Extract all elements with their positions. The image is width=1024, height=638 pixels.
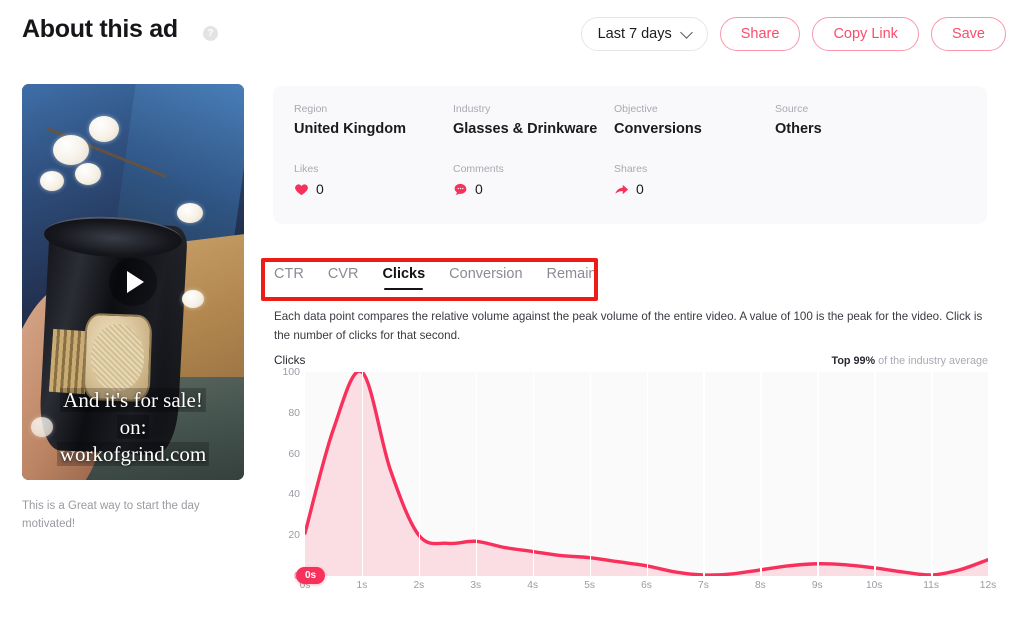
likes-label: Likes [294, 163, 319, 175]
x-axis-tick: 2s [413, 580, 425, 591]
video-caption-line-2: on: [116, 415, 150, 440]
y-axis-tick: 60 [288, 447, 300, 460]
heart-icon [294, 182, 309, 197]
info-objective: Objective Conversions [614, 103, 702, 137]
play-button[interactable] [109, 258, 157, 306]
gridline [418, 372, 421, 576]
comments-value: 0 [475, 181, 483, 197]
page-header: About this ad ? Last 7 days Share Copy L… [0, 0, 1024, 68]
video-column: And it's for sale! on: workofgrind.com T… [22, 84, 244, 534]
date-range-label: Last 7 days [597, 26, 672, 42]
objective-value: Conversions [614, 121, 702, 137]
industry-benchmark: Top 99% of the industry average [832, 355, 988, 367]
video-caption-line-1: And it's for sale! [60, 388, 206, 413]
tab-ctr[interactable]: CTR [274, 266, 304, 290]
tab-remain[interactable]: Remain [547, 266, 597, 290]
x-axis-tick: 11s [923, 580, 939, 591]
gridline [760, 372, 762, 576]
save-button[interactable]: Save [930, 17, 1006, 51]
x-axis-tick: 7s [698, 580, 709, 591]
info-comments: Comments 0 [453, 163, 504, 197]
gridline [361, 372, 364, 576]
benchmark-value: 99% [853, 355, 876, 367]
y-axis: 020406080100 [274, 366, 300, 582]
y-axis-tick: 80 [288, 406, 300, 419]
help-icon[interactable]: ? [203, 26, 218, 41]
comment-bubble-icon [453, 182, 468, 197]
share-arrow-icon [614, 182, 629, 197]
date-range-dropdown[interactable]: Last 7 days [580, 17, 708, 51]
objective-label: Objective [614, 103, 658, 115]
video-caption-overlay: And it's for sale! on: workofgrind.com [22, 387, 244, 468]
gridline [874, 372, 876, 576]
industry-label: Industry [453, 103, 491, 115]
likes-stat: 0 [294, 181, 324, 197]
benchmark-suffix: of the industry average [878, 355, 988, 367]
gridline [646, 372, 648, 576]
metric-tabs: CTR CVR Clicks Conversion Remain [274, 266, 596, 290]
region-label: Region [294, 103, 328, 115]
gridline [703, 372, 705, 576]
ad-info-panel: Region United Kingdom Industry Glasses &… [273, 86, 987, 224]
chart-description: Each data point compares the relative vo… [274, 310, 983, 342]
source-value: Others [775, 121, 822, 137]
video-caption-line-3: workofgrind.com [56, 442, 210, 467]
info-region: Region United Kingdom [294, 103, 406, 137]
clicks-chart: 020406080100 0s1s2s3s4s5s6s7s8s9s10s11s1… [274, 366, 997, 604]
chevron-down-icon [679, 25, 693, 39]
x-axis-tick: 3s [470, 580, 482, 591]
gridline [475, 372, 478, 576]
share-button[interactable]: Share [719, 17, 801, 51]
x-axis-tick: 4s [527, 580, 539, 591]
x-axis: 0s 1s 2s 3s 4s 5s 6s 7s 8s 9s 10s 11s 12s [300, 580, 997, 598]
shares-stat: 0 [614, 181, 647, 197]
x-axis-tick: 12s [979, 580, 997, 591]
x-axis-tick: 9s [811, 580, 823, 591]
zero-second-marker: 0s [296, 567, 326, 584]
page-title: About this ad [22, 15, 178, 43]
industry-value: Glasses & Drinkware [453, 121, 598, 137]
benchmark-prefix: Top [831, 355, 851, 367]
shares-label: Shares [614, 163, 648, 175]
plot-area[interactable] [305, 372, 988, 576]
chart-title: Clicks [274, 353, 306, 367]
y-axis-tick: 20 [288, 529, 300, 542]
gridline [931, 372, 933, 576]
gridline [589, 372, 592, 576]
info-likes: Likes 0 [294, 163, 324, 197]
gridline [532, 372, 535, 576]
info-source: Source Others [775, 103, 822, 137]
x-axis-tick: 1s [356, 580, 368, 591]
shares-value: 0 [636, 181, 644, 197]
tab-conversion[interactable]: Conversion [449, 266, 522, 290]
video-description: This is a Great way to start the day mot… [22, 500, 200, 530]
about-this-ad-page: About this ad ? Last 7 days Share Copy L… [0, 0, 1024, 638]
tab-clicks[interactable]: Clicks [382, 266, 425, 290]
info-shares: Shares 0 [614, 163, 647, 197]
region-value: United Kingdom [294, 121, 406, 137]
info-industry: Industry Glasses & Drinkware [453, 103, 597, 137]
copy-link-button[interactable]: Copy Link [812, 17, 919, 51]
video-thumbnail[interactable]: And it's for sale! on: workofgrind.com [22, 84, 244, 480]
chart-header: Clicks Top 99% of the industry average [274, 353, 988, 367]
x-axis-tick: 10s [865, 580, 883, 591]
likes-value: 0 [316, 181, 324, 197]
y-axis-tick: 100 [282, 366, 300, 378]
gridline [817, 372, 819, 576]
x-axis-tick: 5s [584, 580, 595, 591]
play-icon [126, 271, 144, 293]
header-actions: Last 7 days Share Copy Link Save [580, 17, 1006, 51]
tab-cvr[interactable]: CVR [328, 266, 359, 290]
comments-label: Comments [453, 163, 504, 175]
x-axis-tick: 8s [754, 580, 766, 591]
y-axis-tick: 40 [288, 488, 300, 501]
source-label: Source [775, 103, 809, 115]
comments-stat: 0 [453, 181, 504, 197]
x-axis-tick: 6s [641, 580, 652, 591]
